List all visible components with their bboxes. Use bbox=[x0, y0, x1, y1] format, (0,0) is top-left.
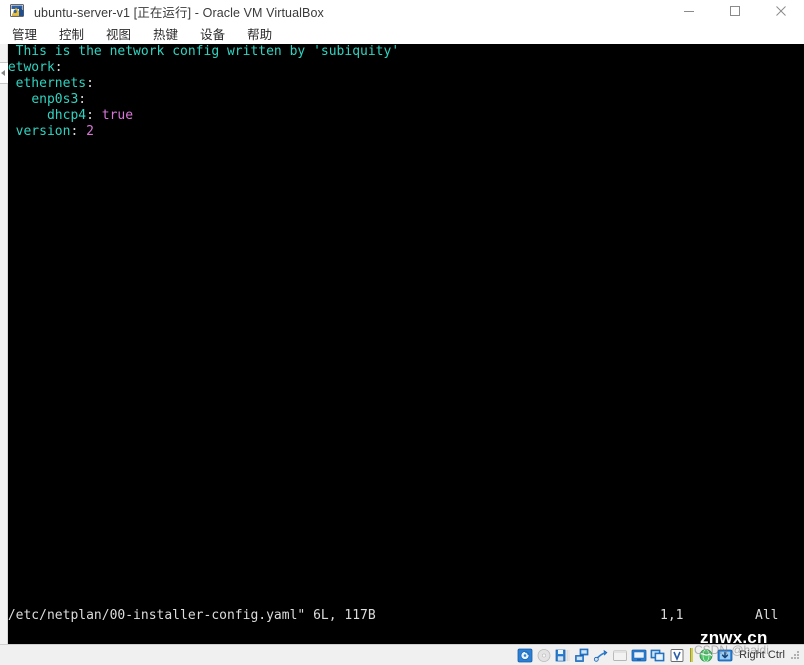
virtualbox-features-icon[interactable] bbox=[669, 648, 685, 663]
guest-screen[interactable]: # This is the network config written by … bbox=[0, 44, 804, 645]
terminal-span: ethernets bbox=[15, 76, 87, 91]
terminal-line: dhcp4: true bbox=[0, 108, 804, 124]
menu-item-devices[interactable]: 设备 bbox=[200, 24, 225, 43]
minimize-icon bbox=[684, 11, 694, 12]
terminal-line: enp0s3: bbox=[0, 92, 804, 108]
watermark-secondary: CSDN @haidi bbox=[694, 643, 769, 657]
minimize-button[interactable] bbox=[666, 0, 712, 22]
vim-status-line: "/etc/netplan/00-installer-config.yaml" … bbox=[0, 608, 804, 624]
terminal-empty-line-marker: ~ bbox=[0, 572, 804, 588]
chevron-left-icon bbox=[1, 70, 5, 76]
terminal-span: 2 bbox=[86, 124, 94, 139]
window-title: ubuntu-server-v1 [正在运行] - Oracle VM Virt… bbox=[34, 5, 324, 20]
terminal-empty-line-marker: ~ bbox=[0, 140, 804, 156]
terminal-empty-line-marker: ~ bbox=[0, 588, 804, 604]
terminal-empty-line-marker: ~ bbox=[0, 476, 804, 492]
close-button[interactable] bbox=[758, 0, 804, 22]
terminal-span: : bbox=[86, 76, 94, 91]
terminal-empty-line-marker: ~ bbox=[0, 236, 804, 252]
menu-item-help[interactable]: 帮助 bbox=[247, 24, 272, 43]
terminal-line: ethernets: bbox=[0, 76, 804, 92]
vim-status-position: 1,1 bbox=[660, 608, 684, 623]
terminal-span: enp0s3 bbox=[31, 92, 79, 107]
menu-item-control[interactable]: 控制 bbox=[59, 24, 84, 43]
virtualbox-status-bar: Right Ctrl bbox=[0, 644, 804, 665]
optical-disk-icon[interactable] bbox=[536, 648, 552, 663]
terminal-text-area: # This is the network config written by … bbox=[0, 44, 804, 645]
hard-disk-icon[interactable] bbox=[517, 648, 533, 663]
menu-bar: 管理 控制 视图 热键 设备 帮助 bbox=[0, 22, 804, 44]
terminal-line: # This is the network config written by … bbox=[0, 44, 804, 60]
vim-status-scroll: All bbox=[755, 608, 779, 623]
terminal-empty-line-marker: ~ bbox=[0, 172, 804, 188]
terminal-empty-line-marker: ~ bbox=[0, 540, 804, 556]
terminal-empty-line-marker: ~ bbox=[0, 380, 804, 396]
terminal-empty-line-marker: ~ bbox=[0, 492, 804, 508]
terminal-empty-line-marker: ~ bbox=[0, 316, 804, 332]
virtualbox-window: ubuntu-server-v1 [正在运行] - Oracle VM Virt… bbox=[0, 0, 804, 665]
virtualbox-vm-icon bbox=[10, 3, 26, 19]
terminal-empty-line-marker: ~ bbox=[0, 508, 804, 524]
terminal-empty-line-marker: ~ bbox=[0, 332, 804, 348]
display-icon[interactable] bbox=[631, 648, 647, 663]
terminal-span: : bbox=[54, 60, 63, 75]
network-adapter-icon[interactable] bbox=[574, 648, 590, 663]
terminal-empty-line-marker: ~ bbox=[0, 444, 804, 460]
terminal-empty-line-marker: ~ bbox=[0, 556, 804, 572]
terminal-span: dhcp4 bbox=[46, 108, 87, 123]
terminal-empty-line-marker: ~ bbox=[0, 300, 804, 316]
menu-item-view[interactable]: 视图 bbox=[106, 24, 131, 43]
terminal-empty-line-marker: ~ bbox=[0, 268, 804, 284]
recording-icon[interactable] bbox=[650, 648, 666, 663]
terminal-empty-line-marker: ~ bbox=[0, 364, 804, 380]
terminal-empty-line-marker: ~ bbox=[0, 204, 804, 220]
terminal-empty-line-marker: ~ bbox=[0, 220, 804, 236]
terminal-line: version: 2 bbox=[0, 124, 804, 140]
terminal-empty-line-marker: ~ bbox=[0, 460, 804, 476]
terminal-empty-line-marker: ~ bbox=[0, 412, 804, 428]
status-separator bbox=[690, 648, 694, 662]
terminal-line: network: bbox=[0, 60, 804, 76]
terminal-empty-line-marker: ~ bbox=[0, 284, 804, 300]
maximize-icon bbox=[730, 6, 740, 16]
resize-grip[interactable] bbox=[790, 650, 800, 660]
menu-item-hotkeys[interactable]: 热键 bbox=[153, 24, 178, 43]
terminal-span: : bbox=[78, 92, 87, 107]
terminal-span: network bbox=[0, 60, 55, 75]
terminal-span: true bbox=[101, 108, 134, 123]
menu-item-manage[interactable]: 管理 bbox=[12, 24, 37, 43]
window-left-edge-strip bbox=[0, 44, 8, 644]
terminal-empty-line-marker: ~ bbox=[0, 188, 804, 204]
terminal-empty-line-marker: ~ bbox=[0, 396, 804, 412]
terminal-empty-line-marker: ~ bbox=[0, 524, 804, 540]
terminal-empty-line-marker: ~ bbox=[0, 252, 804, 268]
shared-folders-icon[interactable] bbox=[612, 648, 628, 663]
maximize-button[interactable] bbox=[712, 0, 758, 22]
terminal-empty-line-marker: ~ bbox=[0, 428, 804, 444]
usb-icon[interactable] bbox=[593, 648, 609, 663]
terminal-span: : bbox=[70, 124, 87, 139]
floppy-disk-icon[interactable] bbox=[555, 648, 571, 663]
close-icon bbox=[776, 6, 786, 16]
vim-status-filename: "/etc/netplan/00-installer-config.yaml" … bbox=[0, 608, 376, 623]
terminal-empty-line-marker: ~ bbox=[0, 156, 804, 172]
terminal-span: : bbox=[86, 108, 102, 123]
terminal-empty-line-marker: ~ bbox=[0, 348, 804, 364]
window-titlebar: ubuntu-server-v1 [正在运行] - Oracle VM Virt… bbox=[0, 0, 804, 22]
terminal-span: This is the network config written by 's… bbox=[7, 44, 400, 59]
terminal-span: version bbox=[15, 124, 71, 139]
